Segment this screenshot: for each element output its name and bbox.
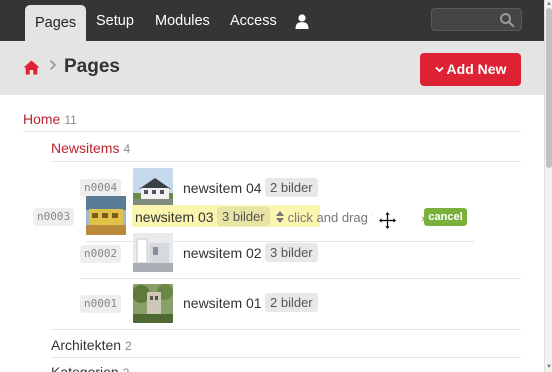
scroll-up-icon[interactable]: ▲ xyxy=(546,1,552,7)
search-icon[interactable] xyxy=(499,12,515,28)
move-cursor-icon xyxy=(377,210,398,231)
row-divider xyxy=(51,161,521,162)
item-thumbnail xyxy=(133,168,173,207)
row-divider xyxy=(23,131,521,132)
add-new-label: Add New xyxy=(446,61,507,77)
item-badge: 2 bilder xyxy=(265,293,318,312)
dragged-item-id: n0003 xyxy=(33,208,75,226)
search-input[interactable] xyxy=(431,8,522,31)
tab-pages[interactable]: Pages xyxy=(25,5,87,41)
tree-item-label[interactable]: Newsitems xyxy=(51,140,119,156)
child-count: 3 xyxy=(123,366,130,372)
cancel-button[interactable]: cancel xyxy=(424,208,467,226)
item-id: n0004 xyxy=(80,179,122,197)
item-badge: 2 bilder xyxy=(265,178,318,197)
tree-item-label[interactable]: Architekten xyxy=(51,337,121,353)
page-title: Pages xyxy=(64,56,120,77)
item-id: n0002 xyxy=(80,245,122,263)
top-navbar: Pages Setup Modules Access xyxy=(0,0,544,41)
tree-item-kategorien[interactable]: Kategorien 3 xyxy=(51,364,129,372)
scroll-down-icon[interactable]: ▼ xyxy=(546,364,552,370)
tree-item-newsitems[interactable]: Newsitems 4 xyxy=(51,140,130,156)
chevron-right-icon xyxy=(49,59,57,74)
tab-modules[interactable]: Modules xyxy=(145,0,220,41)
dragged-item-badge: 3 bilder xyxy=(217,207,270,226)
row-divider xyxy=(51,357,521,358)
child-count: 11 xyxy=(64,113,77,127)
tab-access[interactable]: Access xyxy=(220,0,287,41)
item-title[interactable]: newsitem 04 xyxy=(183,180,262,196)
dragged-item-title[interactable]: newsitem 03 xyxy=(135,209,214,225)
item-thumbnail xyxy=(133,233,173,272)
child-count: 4 xyxy=(123,142,131,156)
row-divider xyxy=(51,329,521,330)
scrollbar-thumb[interactable] xyxy=(546,8,552,168)
tree-item-label[interactable]: Kategorien xyxy=(51,364,119,372)
item-badge: 3 bilder xyxy=(265,243,318,262)
tree-item-label[interactable]: Home xyxy=(23,111,60,127)
user-icon[interactable] xyxy=(295,14,309,29)
item-thumbnail xyxy=(133,284,173,323)
child-count: 2 xyxy=(125,339,132,353)
dragged-item-thumbnail xyxy=(86,196,126,235)
scrollbar[interactable]: ▲ ▼ xyxy=(544,0,552,372)
tree-item-home[interactable]: Home 11 xyxy=(23,111,77,127)
item-title[interactable]: newsitem 01 xyxy=(183,295,262,311)
updown-arrows-icon xyxy=(276,211,284,226)
item-title[interactable]: newsitem 02 xyxy=(183,245,262,261)
tab-setup[interactable]: Setup xyxy=(86,0,144,41)
chevron-down-icon xyxy=(434,54,444,87)
page-header: Pages Add New xyxy=(0,41,544,95)
row-divider xyxy=(80,278,521,279)
home-icon[interactable] xyxy=(23,60,40,75)
item-id: n0001 xyxy=(80,295,122,313)
add-new-button[interactable]: Add New xyxy=(420,53,521,86)
tree-item-architekten[interactable]: Architekten 2 xyxy=(51,337,132,353)
